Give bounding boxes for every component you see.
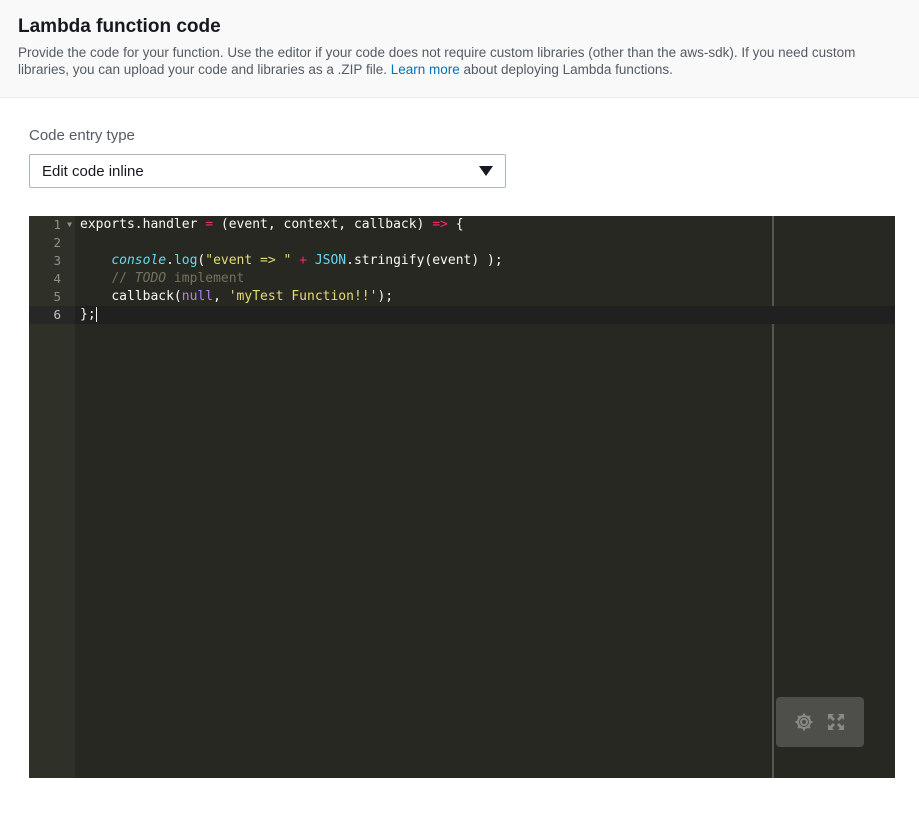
code-line: exports.handler = (event, context, callb… bbox=[80, 217, 464, 232]
editor-gutter: ▼ 1 2 3 4 5 6 bbox=[29, 216, 75, 778]
code-line: console.log("event => " + JSON.stringify… bbox=[111, 253, 503, 268]
section-title: Lambda function code bbox=[18, 16, 221, 37]
code-entry-type-value: Edit code inline bbox=[42, 162, 144, 180]
section-header: Lambda function code Provide the code fo… bbox=[0, 0, 919, 98]
gear-icon[interactable] bbox=[793, 711, 815, 733]
code-entry-type-select[interactable]: Edit code inline bbox=[29, 154, 506, 188]
code-line: // TODO implement bbox=[111, 271, 245, 286]
fold-arrow-icon[interactable]: ▼ bbox=[67, 216, 72, 234]
code-entry-type-label: Code entry type bbox=[29, 127, 135, 144]
expand-icon[interactable] bbox=[825, 711, 847, 733]
code-editor[interactable]: ▼ 1 2 3 4 5 6 exports.handler = (event, c… bbox=[29, 216, 895, 778]
section-description: Provide the code for your function. Use … bbox=[18, 45, 856, 77]
code-line: callback(null, 'myTest Function!!'); bbox=[111, 289, 394, 304]
learn-more-link[interactable]: Learn more bbox=[391, 62, 460, 77]
text-cursor bbox=[95, 307, 97, 322]
line-number: 6 bbox=[29, 306, 75, 324]
code-line: }; bbox=[75, 306, 895, 324]
editor-toolbar bbox=[776, 697, 864, 747]
caret-down-icon bbox=[479, 166, 493, 176]
line-number: 4 bbox=[53, 271, 61, 286]
line-number: 2 bbox=[53, 235, 61, 250]
code-content[interactable]: exports.handler = (event, context, callb… bbox=[75, 216, 895, 324]
line-number: ▼ 1 bbox=[53, 216, 72, 234]
line-number: 3 bbox=[53, 253, 61, 268]
line-number: 5 bbox=[53, 289, 61, 304]
